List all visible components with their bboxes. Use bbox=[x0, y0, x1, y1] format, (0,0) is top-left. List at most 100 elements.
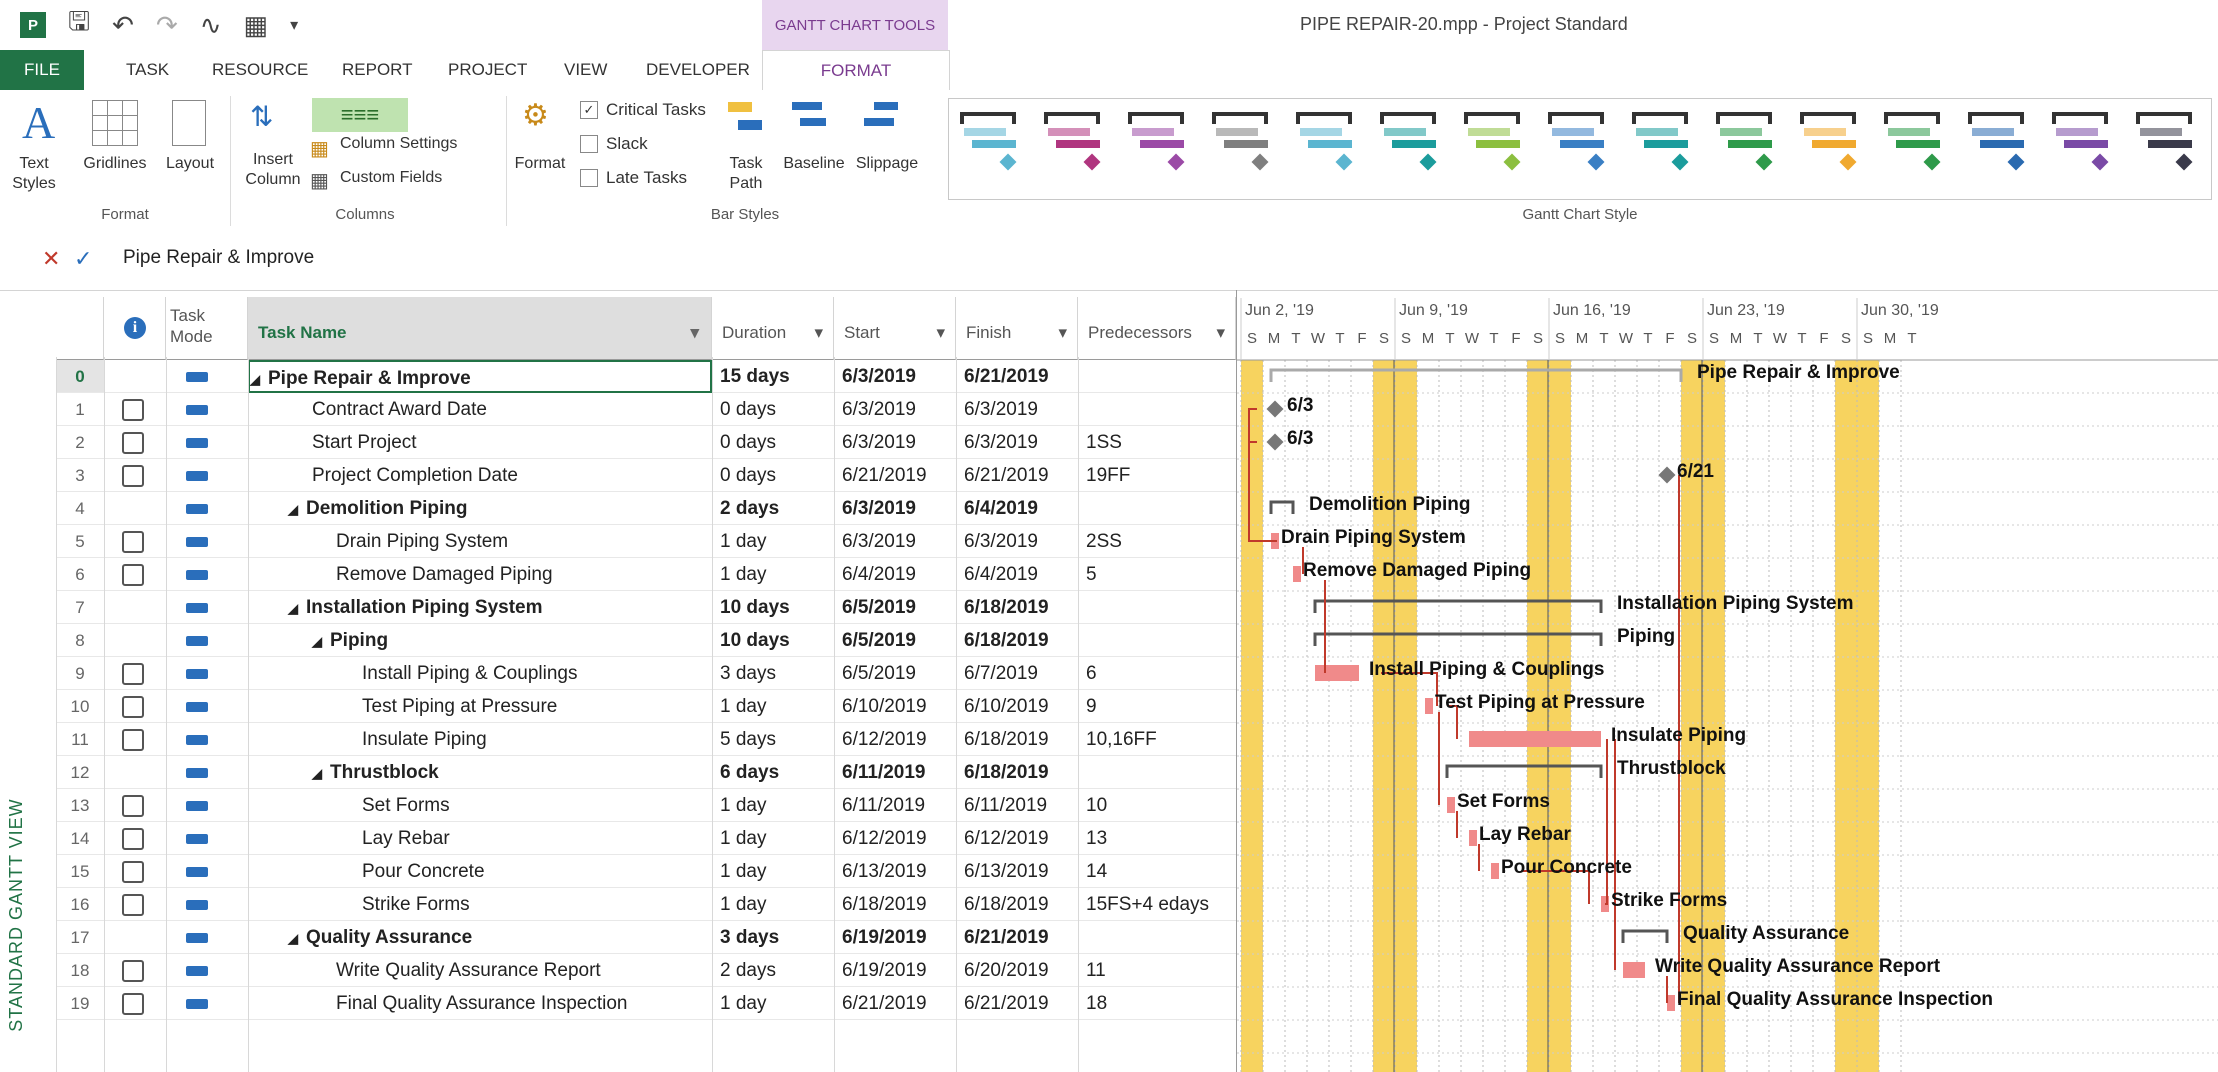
predecessors-cell[interactable] bbox=[1078, 591, 1236, 624]
format-button[interactable]: Format bbox=[510, 154, 570, 174]
layout-button[interactable]: Layout bbox=[162, 154, 218, 174]
notes-icon[interactable] bbox=[122, 663, 144, 685]
info-column-header[interactable]: i bbox=[104, 297, 166, 360]
dropdown-icon[interactable]: ▾ bbox=[814, 323, 823, 343]
task-name-cell[interactable]: Start Project bbox=[248, 426, 712, 459]
table-row[interactable]: 9 Install Piping & Couplings 3 days 6/5/201… bbox=[0, 657, 1236, 690]
duration-cell[interactable]: 2 days bbox=[712, 954, 834, 987]
insert-column-icon[interactable]: ⇅ bbox=[250, 100, 273, 133]
table-row[interactable]: 11 Insulate Piping 5 days 6/12/2019 6/18/201… bbox=[0, 723, 1236, 756]
start-cell[interactable]: 6/12/2019 bbox=[834, 822, 956, 855]
gantt-style-swatch[interactable] bbox=[960, 112, 1024, 182]
notes-icon[interactable] bbox=[122, 993, 144, 1015]
gridlines-icon[interactable] bbox=[92, 100, 138, 146]
table-row[interactable]: 13 Set Forms 1 day 6/11/2019 6/11/2019 10 bbox=[0, 789, 1236, 822]
predecessors-cell[interactable] bbox=[1078, 756, 1236, 789]
dropdown-icon[interactable]: ▾ bbox=[1216, 323, 1225, 343]
task-name-cell[interactable]: Install Piping & Couplings bbox=[248, 657, 712, 690]
task-name-cell[interactable]: Test Piping at Pressure bbox=[248, 690, 712, 723]
finish-cell[interactable]: 6/3/2019 bbox=[956, 426, 1078, 459]
row-number[interactable]: 19 bbox=[56, 987, 104, 1020]
duration-cell[interactable]: 0 days bbox=[712, 426, 834, 459]
insert-column-button[interactable]: Insert Column bbox=[238, 150, 308, 190]
duration-cell[interactable]: 1 day bbox=[712, 987, 834, 1020]
predecessors-column-header[interactable]: Predecessors ▾ bbox=[1078, 297, 1236, 360]
tab-format[interactable]: FORMAT bbox=[762, 50, 950, 91]
finish-cell[interactable]: 6/21/2019 bbox=[956, 987, 1078, 1020]
table-row[interactable]: 18 Write Quality Assurance Report 2 days 6/… bbox=[0, 954, 1236, 987]
confirm-entry-icon[interactable]: ✓ bbox=[74, 246, 92, 272]
table-row[interactable]: 6 Remove Damaged Piping 1 day 6/4/2019 6/4/2… bbox=[0, 558, 1236, 591]
finish-cell[interactable]: 6/18/2019 bbox=[956, 756, 1078, 789]
duration-cell[interactable]: 1 day bbox=[712, 822, 834, 855]
notes-icon[interactable] bbox=[122, 432, 144, 454]
task-mode-cell[interactable] bbox=[166, 822, 248, 855]
predecessors-cell[interactable]: 13 bbox=[1078, 822, 1236, 855]
cancel-entry-icon[interactable]: ✕ bbox=[42, 246, 60, 272]
task-name-cell[interactable]: ◢ Demolition Piping bbox=[248, 492, 712, 525]
table-row[interactable]: 16 Strike Forms 1 day 6/18/2019 6/18/2019 15F… bbox=[0, 888, 1236, 921]
duration-cell[interactable]: 3 days bbox=[712, 921, 834, 954]
gantt-style-swatch[interactable] bbox=[1128, 112, 1192, 182]
gantt-style-swatch[interactable] bbox=[2136, 112, 2200, 182]
start-cell[interactable]: 6/4/2019 bbox=[834, 558, 956, 591]
row-number[interactable]: 3 bbox=[56, 459, 104, 492]
finish-cell[interactable]: 6/7/2019 bbox=[956, 657, 1078, 690]
entry-field[interactable]: Pipe Repair & Improve bbox=[116, 240, 2214, 276]
task-name-column-header[interactable]: Task Name ▾ bbox=[248, 297, 712, 360]
gantt-style-swatch[interactable] bbox=[1632, 112, 1696, 182]
task-name-cell[interactable]: Strike Forms bbox=[248, 888, 712, 921]
finish-cell[interactable]: 6/11/2019 bbox=[956, 789, 1078, 822]
undo-icon[interactable]: ↶ bbox=[112, 10, 134, 41]
duration-cell[interactable]: 1 day bbox=[712, 525, 834, 558]
task-path-icon[interactable] bbox=[728, 102, 762, 132]
duration-cell[interactable]: 5 days bbox=[712, 723, 834, 756]
predecessors-cell[interactable] bbox=[1078, 492, 1236, 525]
table-row[interactable]: 17 ◢ Quality Assurance 3 days 6/19/2019 6/21/… bbox=[0, 921, 1236, 954]
gantt-style-swatch[interactable] bbox=[2052, 112, 2116, 182]
duration-column-header[interactable]: Duration ▾ bbox=[712, 297, 834, 360]
predecessors-cell[interactable]: 10 bbox=[1078, 789, 1236, 822]
task-mode-cell[interactable] bbox=[166, 360, 248, 393]
gantt-style-swatch[interactable] bbox=[1464, 112, 1528, 182]
duration-cell[interactable]: 15 days bbox=[712, 360, 834, 393]
start-cell[interactable]: 6/21/2019 bbox=[834, 459, 956, 492]
row-number[interactable]: 16 bbox=[56, 888, 104, 921]
predecessors-cell[interactable]: 6 bbox=[1078, 657, 1236, 690]
text-styles-button[interactable]: Text Styles bbox=[4, 154, 64, 194]
finish-cell[interactable]: 6/18/2019 bbox=[956, 888, 1078, 921]
critical-tasks-checkbox[interactable]: ✓ Critical Tasks bbox=[580, 100, 706, 120]
task-mode-cell[interactable] bbox=[166, 426, 248, 459]
finish-cell[interactable]: 6/21/2019 bbox=[956, 360, 1078, 393]
row-number[interactable]: 14 bbox=[56, 822, 104, 855]
table-row[interactable]: 4 ◢ Demolition Piping 2 days 6/3/2019 6/4/201… bbox=[0, 492, 1236, 525]
start-cell[interactable]: 6/5/2019 bbox=[834, 591, 956, 624]
row-number[interactable]: 11 bbox=[56, 723, 104, 756]
task-name-cell[interactable]: ◢ Pipe Repair & Improve bbox=[248, 360, 712, 393]
task-name-cell[interactable]: ◢ Quality Assurance bbox=[248, 921, 712, 954]
collapse-icon[interactable]: ◢ bbox=[288, 502, 298, 517]
task-name-cell[interactable]: Contract Award Date bbox=[248, 393, 712, 426]
start-cell[interactable]: 6/3/2019 bbox=[834, 393, 956, 426]
gantt-style-swatch[interactable] bbox=[1212, 112, 1276, 182]
table-row[interactable]: 14 Lay Rebar 1 day 6/12/2019 6/12/2019 13 bbox=[0, 822, 1236, 855]
task-name-cell[interactable]: Project Completion Date bbox=[248, 459, 712, 492]
duration-cell[interactable]: 1 day bbox=[712, 789, 834, 822]
notes-icon[interactable] bbox=[122, 696, 144, 718]
start-cell[interactable]: 6/18/2019 bbox=[834, 888, 956, 921]
start-column-header[interactable]: Start ▾ bbox=[834, 297, 956, 360]
start-cell[interactable]: 6/3/2019 bbox=[834, 360, 956, 393]
start-cell[interactable]: 6/5/2019 bbox=[834, 624, 956, 657]
task-mode-cell[interactable] bbox=[166, 855, 248, 888]
gridlines-button[interactable]: Gridlines bbox=[82, 154, 148, 174]
late-tasks-checkbox[interactable]: Late Tasks bbox=[580, 168, 687, 188]
start-cell[interactable]: 6/11/2019 bbox=[834, 789, 956, 822]
task-mode-cell[interactable] bbox=[166, 591, 248, 624]
save-icon[interactable]: 🖫 bbox=[68, 3, 90, 47]
table-row[interactable]: 12 ◢ Thrustblock 6 days 6/11/2019 6/18/2019 bbox=[0, 756, 1236, 789]
task-mode-cell[interactable] bbox=[166, 789, 248, 822]
row-number[interactable]: 17 bbox=[56, 921, 104, 954]
redo-icon[interactable]: ↷ bbox=[156, 10, 178, 41]
task-mode-cell[interactable] bbox=[166, 954, 248, 987]
duration-cell[interactable]: 1 day bbox=[712, 690, 834, 723]
